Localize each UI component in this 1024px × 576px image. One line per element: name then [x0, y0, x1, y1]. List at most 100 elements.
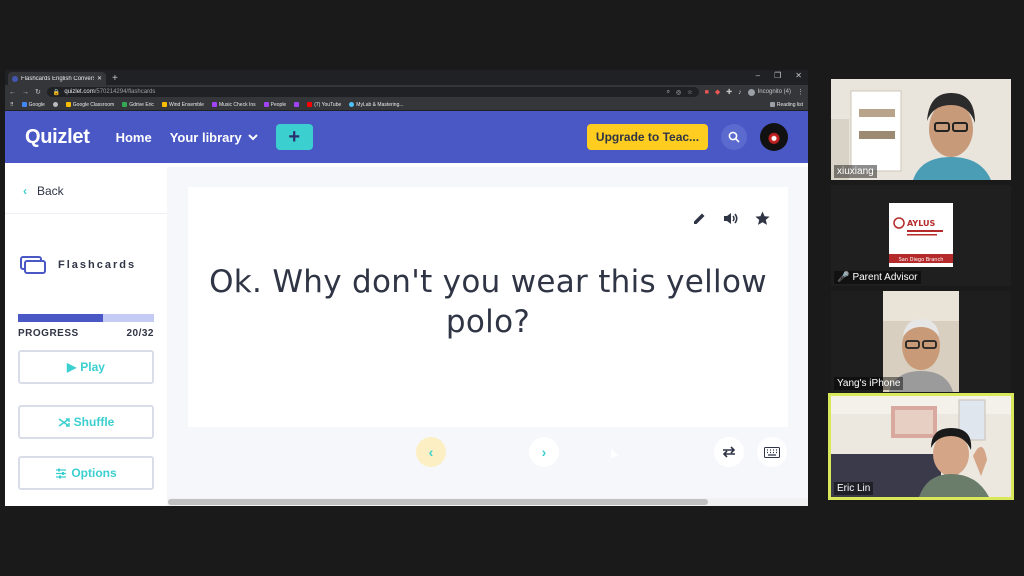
video-tile-eric-lin[interactable]: Eric Lin	[828, 393, 1014, 500]
aylus-branch: San Diego Branch	[899, 257, 944, 263]
window-controls: – ❐ ✕	[756, 71, 802, 80]
bookmark-label: Google Classroom	[72, 101, 115, 108]
quizlet-header: Quizlet Home Your library + Upgrade to T…	[5, 111, 808, 163]
globe-icon	[52, 102, 58, 107]
incognito-icon	[747, 88, 755, 96]
progress-label: PROGRESS	[18, 328, 79, 339]
progress-count: 20/32	[126, 328, 154, 339]
mouse-cursor	[607, 447, 619, 459]
mode-label: Flashcards	[58, 259, 137, 271]
flashcards-icon	[20, 256, 46, 274]
participant-name: Parent Advisor	[852, 272, 918, 283]
classroom-icon	[65, 102, 71, 107]
youtube-icon	[307, 102, 313, 107]
star-bookmark-icon[interactable]: ☆	[687, 89, 692, 96]
chevron-right-icon: ›	[541, 444, 547, 460]
forward-arrow-icon[interactable]: →	[22, 89, 29, 96]
mylab-icon	[349, 102, 355, 107]
bookmarks-bar: ⠿ Google Google Classroom Gdrive Eric Wi…	[5, 99, 808, 111]
url-input[interactable]: 🔒 quizlet.com/570214294/flashcards ⌕ ◎ ☆	[46, 87, 699, 97]
new-tab-icon[interactable]: +	[112, 73, 118, 85]
extension-icon[interactable]: ■	[705, 89, 709, 96]
previous-card-button[interactable]: ‹	[416, 437, 446, 467]
nav-library-label: Your library	[169, 129, 242, 145]
bookmark-item[interactable]: MyLab & Mastering...	[349, 102, 404, 108]
audio-speaker-icon[interactable]	[723, 211, 739, 226]
bookmark-item[interactable]: (7) YouTube	[307, 102, 341, 108]
participant-name: xiuxiang	[834, 165, 877, 178]
bookmark-item[interactable]: Music Check Ins	[211, 102, 256, 108]
keyboard-shortcuts-button[interactable]	[757, 437, 787, 467]
url-host: quizlet.com	[64, 89, 95, 95]
edit-pencil-icon[interactable]	[692, 211, 707, 226]
quizlet-logo[interactable]: Quizlet	[25, 126, 90, 149]
close-window-icon[interactable]: ✕	[795, 71, 802, 80]
star-icon[interactable]	[755, 211, 770, 226]
shield-icon[interactable]: ◆	[715, 88, 720, 96]
progress-fill	[18, 314, 103, 322]
eye-off-icon[interactable]: ◎	[676, 89, 681, 96]
card-tools	[692, 211, 770, 226]
keyboard-icon	[764, 446, 780, 458]
reading-list-icon	[769, 102, 775, 107]
create-plus-button[interactable]: +	[275, 124, 313, 150]
close-tab-icon[interactable]: ✕	[97, 75, 102, 82]
chevron-left-icon: ‹	[23, 184, 27, 198]
back-link[interactable]: ‹ Back	[23, 184, 64, 198]
options-button[interactable]: Options	[18, 456, 154, 490]
chevron-left-icon: ‹	[428, 444, 434, 460]
card-term: Ok. Why don't you wear this yellow polo?	[209, 264, 767, 340]
video-tile-xiuxiang[interactable]: xiuxiang	[831, 79, 1011, 180]
bookmark-item[interactable]	[52, 102, 58, 107]
bookmark-icon	[294, 102, 300, 107]
google-icon	[21, 102, 27, 107]
browser-tab[interactable]: Flashcards English Conversation ✕	[8, 72, 106, 85]
lock-icon: 🔒	[52, 89, 61, 96]
folder-icon	[161, 102, 167, 107]
incognito-indicator[interactable]: Incognito (4)	[747, 88, 791, 96]
bookmark-label: Wind Ensemble	[168, 101, 204, 108]
flashcards-main: ‹ Back Flashcards PROGRESS 20/32 ▶ Play	[5, 167, 808, 506]
mode-selector[interactable]: Flashcards	[20, 256, 136, 274]
bookmark-item[interactable]	[294, 102, 300, 107]
bookmark-item[interactable]: Google	[21, 102, 45, 108]
upgrade-button[interactable]: Upgrade to Teac...	[587, 124, 708, 150]
header-search-button[interactable]	[721, 124, 747, 150]
address-bar-row: ← → ↻ 🔒 quizlet.com/570214294/flashcards…	[5, 85, 808, 99]
user-avatar[interactable]	[760, 123, 788, 151]
reading-list-label: Reading list	[776, 101, 803, 108]
menu-dots-icon[interactable]: ⋮	[797, 88, 804, 96]
reload-icon[interactable]: ↻	[35, 88, 41, 96]
bookmark-item[interactable]: People	[263, 102, 286, 108]
bookmark-item[interactable]: Gdrive Eric	[122, 102, 154, 108]
bookmark-apps-icon[interactable]: ⠿	[10, 102, 14, 108]
search-icon[interactable]: ⌕	[667, 89, 670, 96]
puzzle-icon[interactable]: ✚	[726, 88, 732, 96]
nav-your-library[interactable]: Your library	[170, 130, 258, 145]
next-card-button[interactable]: ›	[529, 437, 559, 467]
reading-list[interactable]: Reading list	[769, 101, 803, 108]
horizontal-scrollbar[interactable]	[168, 498, 808, 506]
mic-muted-icon: 🎤	[837, 272, 850, 283]
scrollbar-thumb[interactable]	[168, 499, 708, 505]
shuffle-icon	[58, 417, 70, 427]
bookmark-item[interactable]: Wind Ensemble	[161, 101, 204, 108]
bookmark-item[interactable]: Google Classroom	[65, 101, 115, 108]
nav-home[interactable]: Home	[116, 130, 152, 145]
participant-name: Eric Lin	[834, 482, 874, 495]
media-icon[interactable]: ♪	[738, 89, 742, 96]
shuffle-button[interactable]: Shuffle	[18, 405, 154, 439]
video-tile-yangs-iphone[interactable]: Yang's iPhone	[831, 291, 1011, 392]
flip-swap-button[interactable]	[714, 437, 744, 467]
search-icon	[728, 131, 740, 143]
minimize-icon[interactable]: –	[756, 71, 760, 80]
back-label: Back	[37, 184, 64, 198]
video-tile-parent-advisor[interactable]: AYLUS San Diego Branch 🎤 Parent Advisor	[831, 185, 1011, 286]
participant-name-row: 🎤 Parent Advisor	[834, 271, 921, 284]
sidebar: ‹ Back Flashcards PROGRESS 20/32 ▶ Play	[5, 167, 167, 506]
flashcard[interactable]: Ok. Why don't you wear this yellow polo?	[188, 187, 788, 427]
play-button[interactable]: ▶ Play	[18, 350, 154, 384]
maximize-icon[interactable]: ❐	[774, 71, 781, 80]
back-arrow-icon[interactable]: ←	[9, 89, 16, 96]
play-icon: ▶	[67, 360, 77, 374]
